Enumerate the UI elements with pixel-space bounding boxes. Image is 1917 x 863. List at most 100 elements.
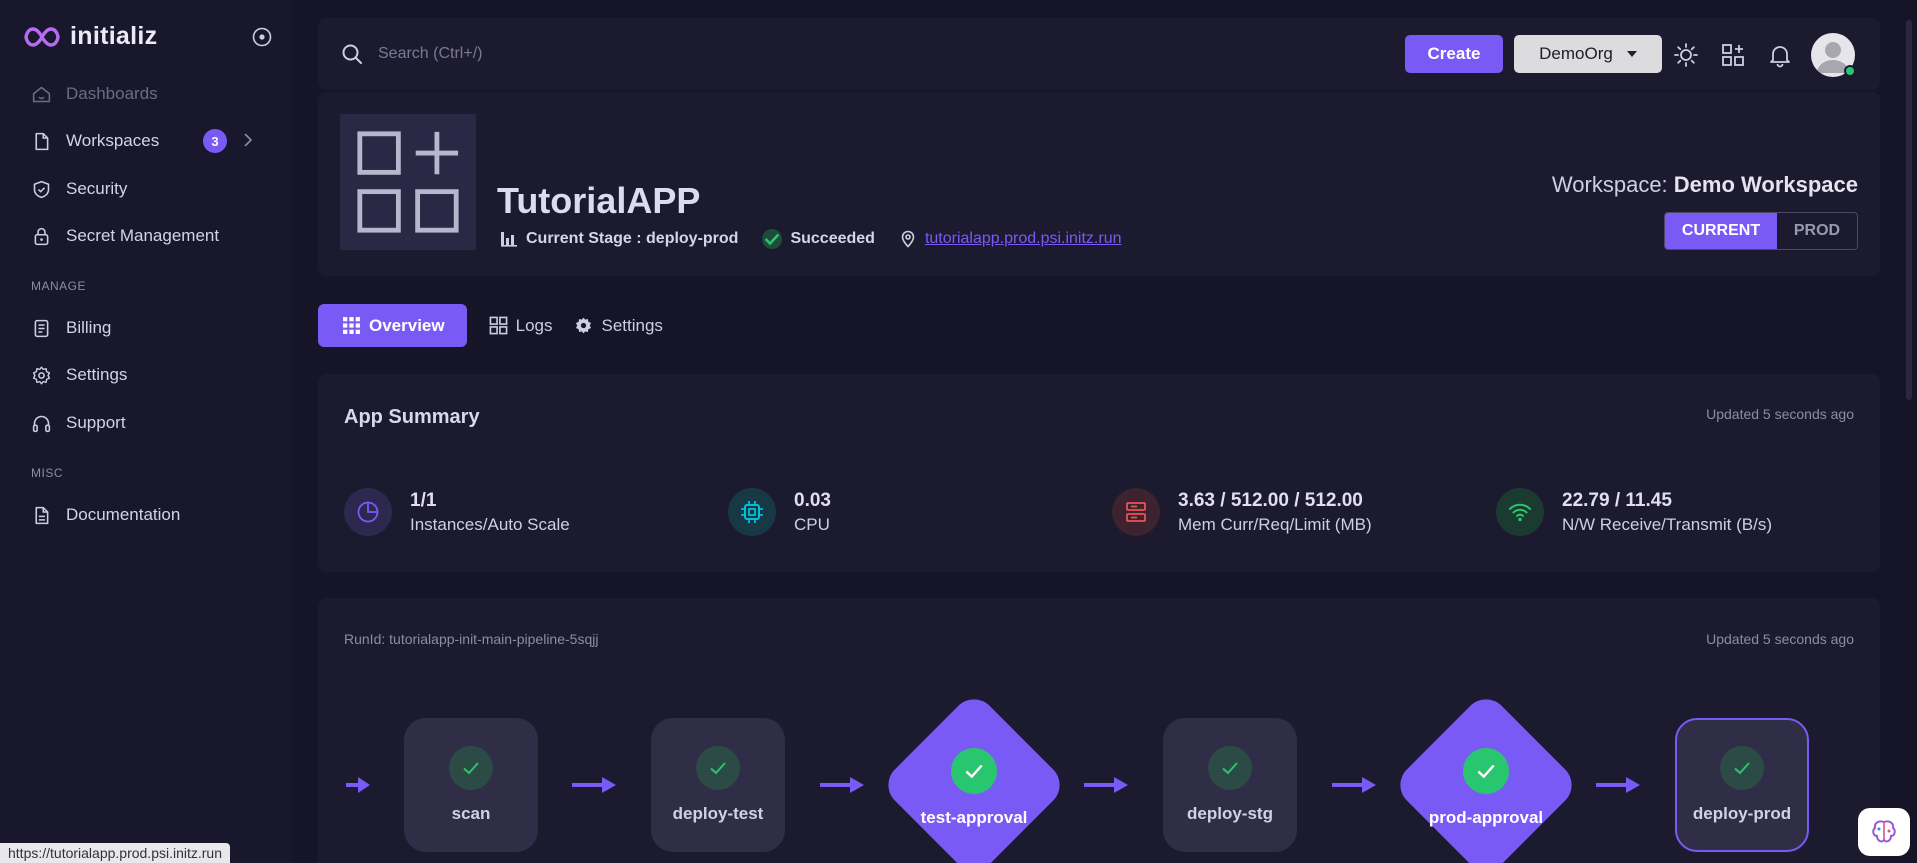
workspace-label: Workspace: Demo Workspace bbox=[1552, 172, 1858, 198]
online-status-dot bbox=[1844, 65, 1856, 77]
current-stage-text: Current Stage : deploy-prod bbox=[526, 230, 739, 247]
stat-text: 0.03 CPU bbox=[794, 490, 831, 535]
org-selector-dropdown[interactable]: DemoOrg bbox=[1514, 35, 1662, 73]
stat-memory: 3.63 / 512.00 / 512.00 Mem Curr/Req/Limi… bbox=[1112, 488, 1372, 536]
app-title: TutorialAPP bbox=[497, 180, 701, 221]
search-input[interactable] bbox=[378, 40, 778, 68]
brain-icon bbox=[1872, 820, 1896, 843]
headphones-icon bbox=[30, 412, 52, 434]
workspace-prefix: Workspace: bbox=[1551, 172, 1674, 197]
cpu-chip-icon bbox=[728, 488, 776, 536]
sidebar-item-workspaces[interactable]: Workspaces 3 bbox=[30, 127, 270, 155]
toggle-prod[interactable]: PROD bbox=[1777, 213, 1857, 249]
grid-icon bbox=[489, 316, 507, 335]
pipeline-stage-scan[interactable]: scan bbox=[404, 718, 538, 852]
summary-title: App Summary bbox=[344, 406, 480, 428]
status-bar-url: https://tutorialapp.prod.psi.initz.run bbox=[0, 843, 231, 863]
sun-icon[interactable] bbox=[1673, 42, 1699, 68]
check-icon bbox=[449, 746, 493, 790]
app-url-link[interactable]: tutorialapp.prod.psi.initz.run bbox=[925, 230, 1122, 248]
tab-logs[interactable]: Logs bbox=[489, 304, 552, 347]
stage-label: scan bbox=[451, 804, 491, 823]
app-url[interactable]: tutorialapp.prod.psi.initz.run bbox=[899, 230, 1122, 248]
stage-label: test-approval bbox=[920, 808, 1028, 827]
sidebar-item-secret-management[interactable]: Secret Management bbox=[30, 222, 219, 250]
sidebar-item-documentation[interactable]: Documentation bbox=[30, 501, 180, 529]
sidebar-item-label: Secret Management bbox=[66, 226, 220, 245]
stat-value: 3.63 / 512.00 / 512.00 bbox=[1178, 489, 1363, 511]
check-icon bbox=[1208, 746, 1252, 790]
pipeline-stage-deploy-prod[interactable]: deploy-prod bbox=[1675, 718, 1809, 852]
lock-icon bbox=[30, 225, 52, 247]
pipeline-arrow bbox=[1330, 775, 1378, 795]
check-icon bbox=[1720, 746, 1764, 790]
stat-text: 3.63 / 512.00 / 512.00 Mem Curr/Req/Limi… bbox=[1178, 490, 1372, 535]
check-icon bbox=[951, 748, 997, 794]
workspaces-count-badge: 3 bbox=[203, 129, 227, 153]
pipeline-card: RunId: tutorialapp-init-main-pipeline-5s… bbox=[318, 598, 1880, 863]
pipeline-arrow bbox=[1082, 775, 1130, 795]
summary-updated: Updated 5 seconds ago bbox=[1706, 406, 1854, 422]
sidebar-collapse-icon[interactable] bbox=[251, 26, 273, 48]
sidebar-item-label: Security bbox=[66, 179, 128, 198]
toggle-current[interactable]: CURRENT bbox=[1665, 213, 1777, 249]
sidebar-item-billing[interactable]: Billing bbox=[30, 314, 111, 342]
sidebar-item-label: Support bbox=[66, 413, 126, 432]
create-button[interactable]: Create bbox=[1405, 35, 1503, 73]
sidebar: initializ Dashboards Workspaces 3 Securi… bbox=[0, 0, 292, 863]
home-icon bbox=[30, 83, 52, 105]
sidebar-item-label: Documentation bbox=[66, 505, 181, 524]
pipeline-stage-deploy-test[interactable]: deploy-test bbox=[651, 718, 785, 852]
grid-dots-icon bbox=[343, 317, 360, 334]
stat-network: 22.79 / 11.45 N/W Receive/Transmit (B/s) bbox=[1496, 488, 1772, 536]
topbar: Create DemoOrg bbox=[318, 18, 1880, 90]
pipeline-stage-prod-approval[interactable]: prod-approval bbox=[1392, 748, 1580, 828]
sidebar-item-settings[interactable]: Settings bbox=[30, 361, 127, 389]
sidebar-item-support[interactable]: Support bbox=[30, 409, 126, 437]
page-scrollbar[interactable] bbox=[1906, 20, 1912, 400]
section-label-misc: MISC bbox=[31, 466, 63, 480]
app-header-card: TutorialAPP Current Stage : deploy-prod … bbox=[318, 92, 1880, 276]
brand-name: initializ bbox=[70, 22, 158, 50]
apps-grid-add-icon[interactable] bbox=[1720, 42, 1746, 68]
bell-icon[interactable] bbox=[1767, 42, 1793, 68]
section-label-manage: MANAGE bbox=[31, 279, 87, 293]
receipt-icon bbox=[30, 317, 52, 339]
location-pin-icon bbox=[901, 230, 915, 248]
env-toggle: CURRENT PROD bbox=[1664, 212, 1858, 250]
gear-icon bbox=[30, 364, 52, 386]
caret-down-icon bbox=[1626, 51, 1637, 57]
search-icon bbox=[340, 42, 364, 66]
chevron-right-icon bbox=[240, 132, 256, 148]
sidebar-item-dashboards[interactable]: Dashboards bbox=[30, 80, 158, 108]
sidebar-item-security[interactable]: Security bbox=[30, 175, 127, 203]
sidebar-item-label: Workspaces bbox=[66, 131, 160, 150]
pipeline-arrow bbox=[818, 775, 866, 795]
tab-label: Overview bbox=[369, 315, 445, 335]
stage-label: prod-approval bbox=[1428, 808, 1544, 827]
app-summary-card: App Summary Updated 5 seconds ago 1/1 In… bbox=[318, 374, 1880, 572]
document-icon bbox=[30, 504, 52, 526]
assistant-fab[interactable] bbox=[1858, 808, 1910, 856]
workspace-name: Demo Workspace bbox=[1673, 172, 1858, 197]
tab-settings[interactable]: Settings bbox=[574, 304, 663, 347]
tab-label: Settings bbox=[601, 315, 663, 335]
pipeline-arrow bbox=[570, 775, 618, 795]
check-icon bbox=[696, 746, 740, 790]
org-selector-label: DemoOrg bbox=[1539, 44, 1613, 63]
pipeline-updated: Updated 5 seconds ago bbox=[1706, 631, 1854, 647]
pipeline-stage-deploy-stg[interactable]: deploy-stg bbox=[1163, 718, 1297, 852]
sidebar-item-label: Billing bbox=[66, 318, 112, 337]
stage-label: deploy-test bbox=[672, 804, 764, 823]
brand[interactable]: initializ bbox=[24, 22, 157, 51]
tab-overview[interactable]: Overview bbox=[318, 304, 467, 347]
stage-bars-icon bbox=[501, 232, 517, 247]
pipeline-stage-test-approval[interactable]: test-approval bbox=[880, 748, 1068, 828]
sidebar-item-label: Dashboards bbox=[66, 84, 158, 103]
stat-value: 0.03 bbox=[794, 489, 831, 511]
stat-label: N/W Receive/Transmit (B/s) bbox=[1562, 514, 1773, 534]
stage-label: deploy-prod bbox=[1692, 804, 1792, 823]
stat-text: 22.79 / 11.45 N/W Receive/Transmit (B/s) bbox=[1562, 490, 1772, 535]
file-icon bbox=[30, 130, 52, 152]
stat-label: Instances/Auto Scale bbox=[410, 514, 570, 534]
